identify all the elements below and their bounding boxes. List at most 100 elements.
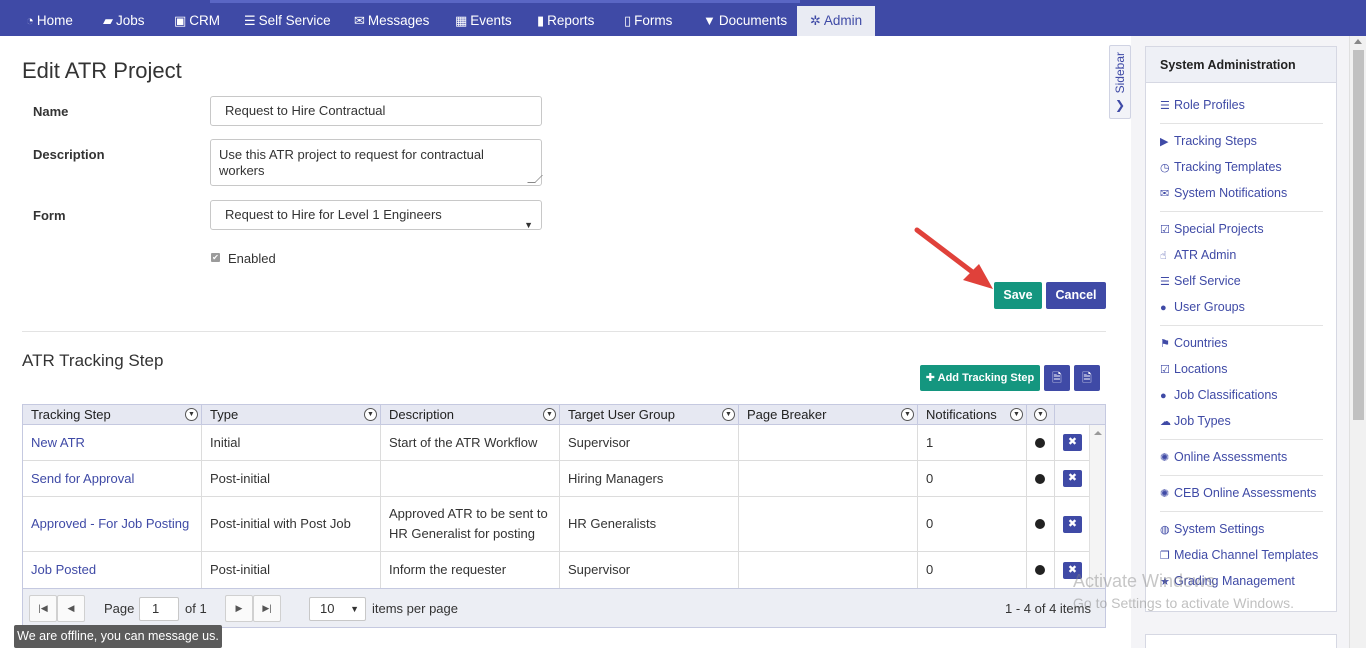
page-number-input[interactable]: 1 [139, 597, 179, 621]
column-header-tracking-step[interactable]: Tracking Step ▼ [23, 405, 202, 425]
table-row[interactable]: Job Posted Post-initial Inform the reque… [23, 552, 1089, 588]
user-icon: ● [1160, 390, 1167, 402]
nav-jobs[interactable]: ▰ Jobs [103, 6, 145, 36]
nav-documents[interactable]: ▼ Documents [703, 6, 787, 36]
column-header-page-breaker[interactable]: Page Breaker ▼ [739, 405, 918, 425]
delete-button[interactable]: ✖ [1063, 515, 1082, 533]
chat-offline-badge[interactable]: We are offline, you can message us. [14, 625, 222, 648]
sidebar-item-media-channel-templates[interactable]: ❐ Media Channel Templates [1160, 548, 1318, 562]
sidebar-item-tracking-steps[interactable]: ▶ Tracking Steps [1160, 134, 1257, 148]
table-row[interactable]: Approved - For Job Posting Post-initial … [23, 497, 1089, 552]
nav-home[interactable]: ◔ Home [26, 6, 73, 36]
sidebar-item-online-assessments[interactable]: ✺ Online Assessments [1160, 450, 1287, 464]
description-cell: Approved ATR to be sent to HR Generalist… [381, 497, 560, 551]
name-input[interactable]: Request to Hire Contractual [210, 96, 542, 126]
group-cell: Supervisor [560, 552, 739, 588]
sidebar-item-atr-admin[interactable]: ☝ ATR Admin [1160, 248, 1236, 262]
column-header-status[interactable]: ▼ [1027, 405, 1055, 425]
grid-scrollbar[interactable] [1089, 425, 1105, 588]
table-row[interactable]: New ATR Initial Start of the ATR Workflo… [23, 425, 1089, 461]
table-row[interactable]: Send for Approval Post-initial Hiring Ma… [23, 461, 1089, 497]
copy-icon: ❐ [1160, 550, 1170, 562]
thumbs-up-icon: ☝ [1160, 250, 1167, 262]
column-header-description[interactable]: Description ▼ [381, 405, 560, 425]
secondary-panel [1145, 634, 1337, 648]
enabled-checkbox[interactable]: ✔ [211, 253, 220, 262]
sidebar-item-locations[interactable]: ☑ Locations [1160, 362, 1228, 376]
nav-events[interactable]: ▦ Events [455, 6, 512, 36]
step-link[interactable]: Approved - For Job Posting [31, 514, 189, 534]
first-page-button[interactable]: |◀ [29, 595, 57, 622]
sidebar-toggle[interactable]: Sidebar ❯ [1109, 45, 1131, 119]
last-page-button[interactable]: ▶| [253, 595, 281, 622]
sidebar-item-user-groups[interactable]: ● User Groups [1160, 300, 1245, 314]
sidebar-item-ceb-online-assessments[interactable]: ✺ CEB Online Assessments [1160, 486, 1316, 500]
notifications-cell: 0 [918, 497, 1027, 551]
sidebar-item-job-types[interactable]: ☁ Job Types [1160, 414, 1231, 428]
nav-forms[interactable]: ▯ Forms [624, 6, 672, 36]
prev-page-button[interactable]: ◀ [57, 595, 85, 622]
next-page-button[interactable]: ▶ [225, 595, 253, 622]
filter-icon[interactable]: ▼ [1010, 408, 1023, 421]
group-cell: Supervisor [560, 425, 739, 460]
nav-messages[interactable]: ✉ Messages [354, 6, 429, 36]
filter-icon: ▼ [703, 13, 716, 28]
scroll-up-icon[interactable] [1094, 431, 1102, 435]
filter-icon[interactable]: ▼ [1034, 408, 1047, 421]
sidebar-item-role-profiles[interactable]: ☰ Role Profiles [1160, 98, 1245, 112]
resize-grip-icon[interactable] [527, 175, 543, 183]
description-cell: Start of the ATR Workflow [381, 425, 560, 460]
step-forward-icon: ▶ [1160, 136, 1169, 148]
nav-reports[interactable]: ▮ Reports [537, 6, 594, 36]
nav-crm[interactable]: ▣ CRM [174, 6, 220, 36]
cancel-button[interactable]: Cancel [1046, 282, 1106, 309]
delete-button[interactable]: ✖ [1063, 434, 1082, 451]
check-square-icon: ☑ [1160, 224, 1170, 236]
sidebar-item-job-classifications[interactable]: ● Job Classifications [1160, 388, 1278, 402]
sidebar-item-self-service[interactable]: ☰ Self Service [1160, 274, 1241, 288]
export-excel-button[interactable]: 🗎 [1044, 365, 1070, 391]
description-textarea[interactable]: Use this ATR project to request for cont… [210, 139, 543, 186]
description-cell [381, 461, 560, 496]
column-header-type[interactable]: Type ▼ [202, 405, 381, 425]
scrollbar-thumb[interactable] [1353, 50, 1364, 420]
form-select[interactable]: Request to Hire for Level 1 Engineers ▼ [210, 200, 542, 230]
nav-self-service[interactable]: ☰ Self Service [244, 6, 331, 36]
column-header-target-user-group[interactable]: Target User Group ▼ [560, 405, 739, 425]
scroll-up-icon[interactable] [1354, 39, 1362, 44]
filter-icon[interactable]: ▼ [543, 408, 556, 421]
page-label: Page [104, 601, 135, 616]
notifications-cell: 0 [918, 461, 1027, 496]
check-square-icon: ☑ [1160, 364, 1170, 376]
step-link[interactable]: New ATR [31, 433, 85, 453]
delete-button[interactable]: ✖ [1063, 470, 1082, 487]
add-tracking-step-button[interactable]: ✚ Add Tracking Step [920, 365, 1040, 391]
nav-admin[interactable]: ✲ Admin [797, 6, 876, 36]
sidebar-item-system-notifications[interactable]: ✉ System Notifications [1160, 186, 1287, 200]
last-page-icon: ▶| [262, 603, 272, 613]
sidebar-item-system-settings[interactable]: ◍ System Settings [1160, 522, 1264, 536]
export-pdf-button[interactable]: 🗎 [1074, 365, 1100, 391]
filter-icon[interactable]: ▼ [901, 408, 914, 421]
panel-divider [1160, 439, 1323, 440]
filter-icon[interactable]: ▼ [364, 408, 377, 421]
column-header-notifications[interactable]: Notifications ▼ [918, 405, 1027, 425]
page-size-select[interactable]: 10 ▼ [309, 597, 366, 621]
type-cell: Post-initial [202, 552, 381, 588]
panel-divider [1160, 123, 1323, 124]
status-dot-icon [1035, 437, 1045, 448]
sidebar-item-countries[interactable]: ⚑ Countries [1160, 336, 1228, 350]
first-page-icon: |◀ [38, 603, 48, 613]
filter-icon[interactable]: ▼ [185, 408, 198, 421]
filter-icon[interactable]: ▼ [722, 408, 735, 421]
step-link[interactable]: Send for Approval [31, 469, 134, 489]
grid-header: Tracking Step ▼ Type ▼ Description ▼ Target… [23, 405, 1105, 425]
save-button[interactable]: Save [994, 282, 1042, 309]
page-scrollbar[interactable] [1349, 36, 1366, 648]
prev-page-icon: ◀ [67, 603, 75, 613]
step-link[interactable]: Job Posted [31, 560, 96, 580]
sidebar-item-special-projects[interactable]: ☑ Special Projects [1160, 222, 1264, 236]
sidebar-item-tracking-templates[interactable]: ◷ Tracking Templates [1160, 160, 1282, 174]
plus-icon: ✚ [925, 372, 938, 384]
panel-divider [1160, 211, 1323, 212]
